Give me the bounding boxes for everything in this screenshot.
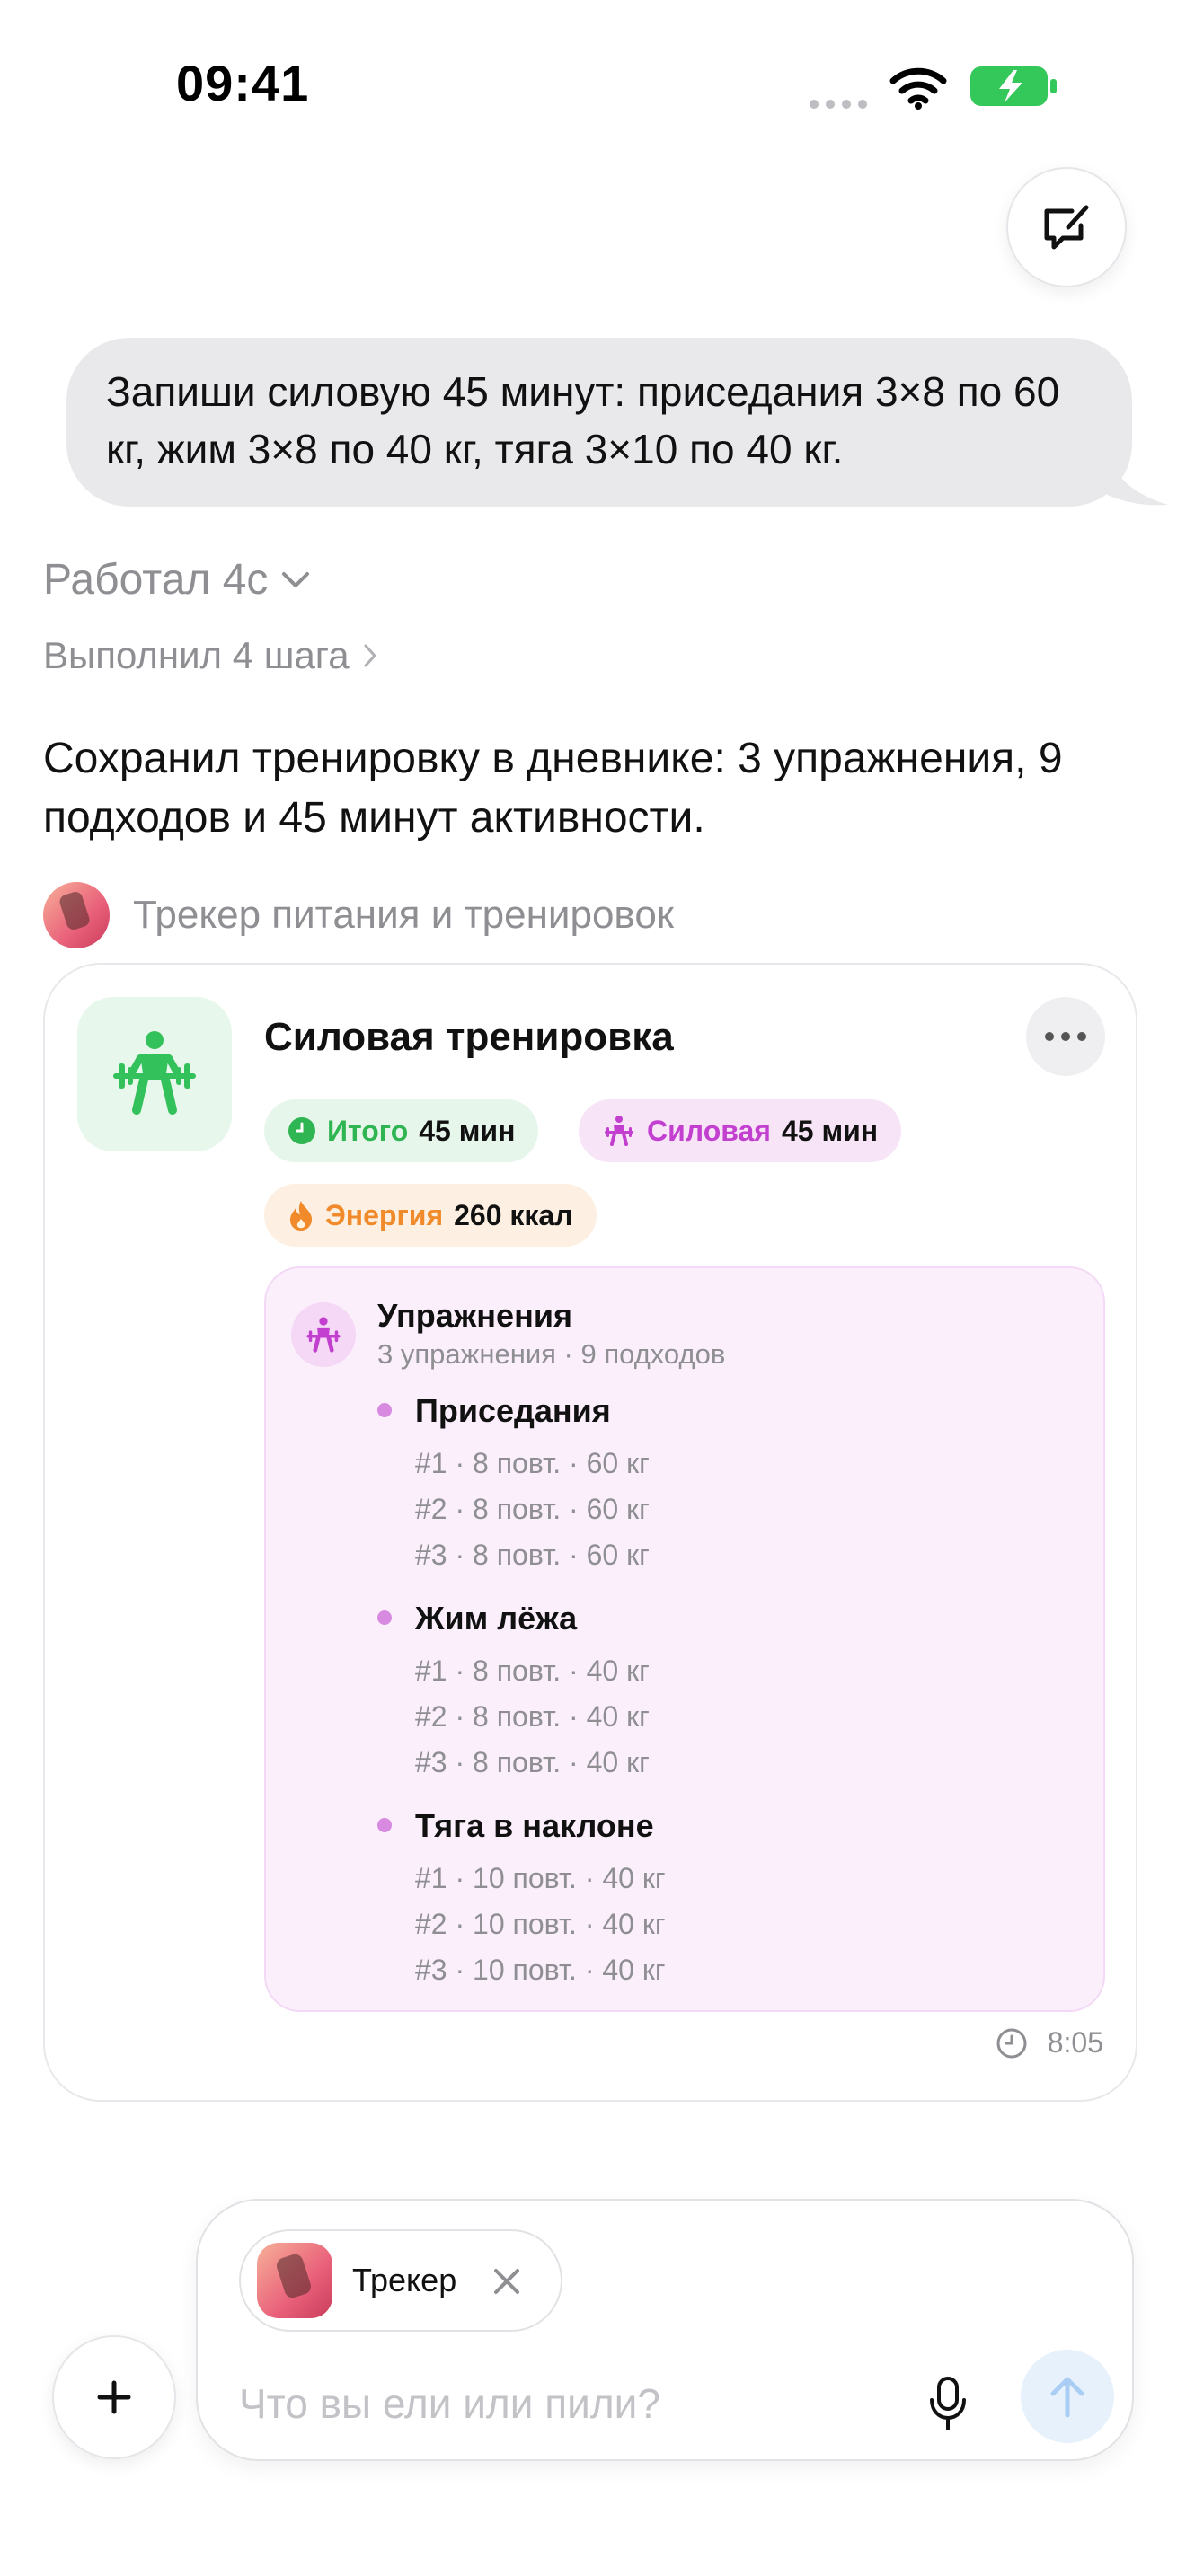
exercises-title: Упражнения (377, 1297, 572, 1334)
tracker-avatar (257, 2243, 332, 2318)
exercise-name: Тяга в наклоне (415, 1807, 654, 1844)
app-attribution: Трекер питания и тренировок (43, 882, 674, 948)
tracker-chip-label: Трекер (352, 2262, 457, 2298)
exercise-name: Жим лёжа (415, 1600, 578, 1636)
exercise-set: #3 · 10 повт. · 40 кг (415, 1954, 666, 1986)
add-attachment-button[interactable] (52, 2335, 176, 2459)
chip-energy: Энергия 260 ккал (264, 1184, 597, 1247)
status-bar: 09:41 (0, 0, 1186, 171)
exercise-name: Приседания (415, 1392, 611, 1429)
chip-total-label: Итого (327, 1114, 409, 1147)
assistant-message: Сохранил тренировку в дневнике: 3 упражн… (43, 735, 1063, 842)
more-options-button[interactable] (1026, 997, 1105, 1076)
exercises-list: Приседания #1 · 8 повт. · 60 кг #2 · 8 п… (377, 1390, 1078, 2013)
exercise-set: #2 · 10 повт. · 40 кг (415, 1908, 666, 1940)
exercise-set: #2 · 8 повт. · 40 кг (415, 1700, 650, 1733)
exercise-set: #2 · 8 повт. · 60 кг (415, 1493, 650, 1525)
weightlifter-small-icon (306, 1317, 341, 1353)
exercise-set: #3 · 8 повт. · 40 кг (415, 1746, 650, 1778)
more-dot (1077, 1032, 1086, 1041)
wifi-icon (890, 67, 947, 110)
card-time: 8:05 (1047, 2026, 1103, 2059)
chip-strength-value: 45 мин (781, 1114, 879, 1147)
flame-icon (290, 1201, 313, 1231)
app-avatar (43, 882, 110, 948)
worked-duration-toggle[interactable]: Работал 4с (43, 555, 311, 604)
status-time: 09:41 (176, 55, 310, 111)
chip-energy-label: Энергия (325, 1198, 444, 1231)
more-dot (1045, 1032, 1054, 1041)
card-title: Силовая тренировка (264, 1015, 674, 1059)
steps-link[interactable]: Выполнил 4 шага (43, 634, 378, 677)
clock-icon (288, 1117, 315, 1144)
arrow-up-icon (1050, 2377, 1084, 2418)
send-button[interactable] (1021, 2350, 1114, 2443)
exercise-set: #1 · 8 повт. · 40 кг (415, 1654, 650, 1687)
exercises-panel: Упражнения 3 упражнения · 9 подходов При… (264, 1266, 1105, 2012)
plus-icon (97, 2380, 131, 2414)
chevron-right-icon (364, 644, 376, 667)
exercise-bullet (377, 1403, 392, 1417)
exercise-item: Приседания #1 · 8 повт. · 60 кг #2 · 8 п… (377, 1390, 1078, 1578)
workout-tile (77, 997, 232, 1151)
clock-outline-icon (996, 2028, 1027, 2058)
chevron-down-icon (282, 571, 310, 587)
exercise-item: Тяга в наклоне #1 · 10 повт. · 40 кг #2 … (377, 1805, 1078, 1993)
chip-strength: Силовая 45 мин (579, 1099, 902, 1162)
chip-total-value: 45 мин (419, 1114, 516, 1147)
chip-strength-label: Силовая (647, 1114, 771, 1147)
new-chat-button[interactable] (1006, 167, 1127, 287)
worked-duration-label: Работал 4с (43, 556, 269, 604)
exercise-set: #1 · 10 повт. · 40 кг (415, 1862, 666, 1894)
exercise-set: #3 · 8 повт. · 60 кг (415, 1539, 650, 1571)
message-composer: Трекер (196, 2199, 1134, 2461)
weightlifter-small-icon (605, 1116, 633, 1146)
chip-total: Итого 45 мин (264, 1099, 539, 1162)
exercise-set: #1 · 8 повт. · 60 кг (415, 1447, 650, 1479)
workout-card: Силовая тренировка Итого 45 мин Силовая … (43, 963, 1137, 2102)
cellular-signal-icon (810, 100, 867, 109)
exercise-bullet (377, 1610, 392, 1625)
card-timestamp: 8:05 (996, 2026, 1103, 2060)
exercise-bullet (377, 1818, 392, 1832)
microphone-button[interactable] (916, 2368, 979, 2439)
compose-icon (1044, 205, 1089, 250)
close-icon[interactable] (489, 2263, 525, 2299)
message-input[interactable] (239, 2368, 922, 2439)
weightlifter-icon (113, 1031, 196, 1115)
tracker-chip[interactable]: Трекер (239, 2229, 562, 2332)
battery-charging-icon (970, 66, 1057, 106)
microphone-icon (930, 2377, 966, 2430)
chip-energy-value: 260 ккал (454, 1198, 573, 1231)
more-dot (1061, 1032, 1070, 1041)
exercises-icon-circle (291, 1302, 356, 1367)
steps-label: Выполнил 4 шага (43, 634, 350, 676)
app-name: Трекер питания и тренировок (133, 893, 675, 937)
user-message-bubble: Запиши силовую 45 минут: приседания 3×8 … (66, 338, 1132, 507)
exercises-subtitle: 3 упражнения · 9 подходов (377, 1338, 726, 1370)
exercise-item: Жим лёжа #1 · 8 повт. · 40 кг #2 · 8 пов… (377, 1598, 1078, 1786)
